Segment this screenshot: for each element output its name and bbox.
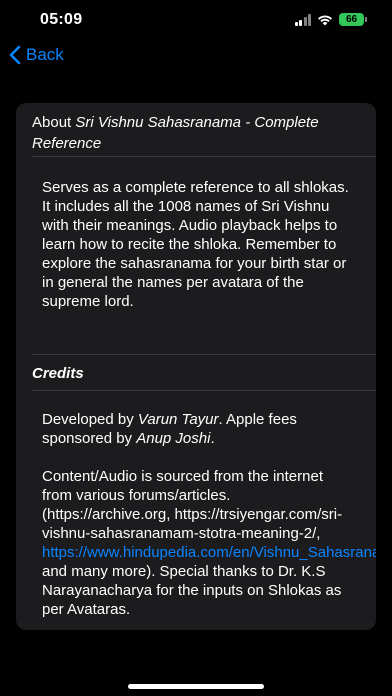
sponsor-name: Anup Joshi <box>136 430 211 447</box>
status-bar: 05:09 66 <box>0 0 392 44</box>
content-text: Content/Audio is sourced from the intern… <box>42 468 343 542</box>
cellular-signal-icon <box>294 13 311 26</box>
status-icons: 66 <box>294 13 367 26</box>
content-suffix: and many more). Special thanks to Dr. K.… <box>42 563 342 618</box>
info-card: About Sri Vishnu Sahasranama - Complete … <box>16 103 376 630</box>
credits-developer-paragraph: Developed by Varun Tayur. Apple fees spo… <box>42 410 350 448</box>
sponsor-suffix: . <box>210 430 215 447</box>
battery-charging-icon: 66 <box>339 13 367 26</box>
back-label: Back <box>26 45 64 64</box>
developer-name: Varun Tayur <box>137 411 219 428</box>
credits-body: Developed by Varun Tayur. Apple fees spo… <box>16 391 376 619</box>
credits-content-paragraph: Content/Audio is sourced from the intern… <box>42 467 376 619</box>
about-header-prefix: About <box>32 114 76 131</box>
home-indicator[interactable] <box>128 684 264 689</box>
back-button[interactable]: Back <box>8 45 64 65</box>
about-header-title: Sri Vishnu Sahasranama - Complete Refere… <box>32 114 319 152</box>
status-time: 05:09 <box>40 11 83 28</box>
wifi-icon <box>318 15 332 25</box>
chevron-left-icon <box>9 45 21 65</box>
hindupedia-link[interactable]: https://www.hindupedia.com/en/Vishnu_Sah… <box>42 544 376 561</box>
about-header: About Sri Vishnu Sahasranama - Complete … <box>16 103 376 156</box>
credits-header: Credits <box>32 365 84 382</box>
developed-prefix: Developed by <box>42 411 138 428</box>
about-body: Serves as a complete reference to all sh… <box>42 179 349 310</box>
